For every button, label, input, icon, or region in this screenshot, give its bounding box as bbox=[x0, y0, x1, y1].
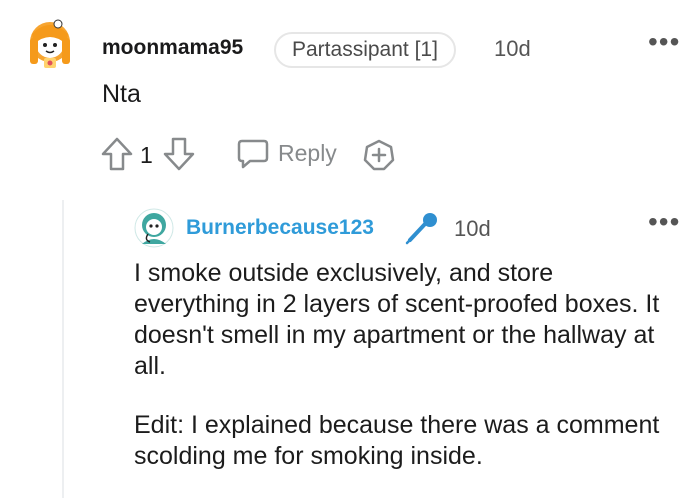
reply-paragraph: I smoke outside exclusively, and store e… bbox=[134, 259, 660, 380]
reply-username[interactable]: Burnerbecause123 bbox=[186, 216, 374, 240]
reply-avatar[interactable] bbox=[134, 208, 174, 248]
more-dots-icon[interactable]: ••• bbox=[648, 26, 680, 58]
reply-age[interactable]: 10d bbox=[454, 216, 491, 242]
user-flair: Partassipant [1] bbox=[274, 32, 456, 68]
thread-line[interactable] bbox=[62, 200, 64, 498]
comment-body: Nta bbox=[102, 80, 141, 108]
speech-bubble-icon bbox=[236, 138, 270, 175]
reply-label: Reply bbox=[278, 140, 337, 166]
comment-age[interactable]: 10d bbox=[494, 36, 531, 62]
vote-count: 1 bbox=[140, 142, 153, 168]
downvote-arrow-icon[interactable] bbox=[162, 136, 196, 172]
reply-paragraph: Edit: I explained because there was a co… bbox=[134, 411, 660, 470]
username[interactable]: moonmama95 bbox=[102, 36, 243, 60]
microphone-icon bbox=[404, 210, 440, 246]
avatar[interactable] bbox=[22, 16, 78, 72]
award-plus-icon[interactable] bbox=[362, 138, 396, 172]
reply-button[interactable]: Reply bbox=[236, 138, 346, 172]
upvote-arrow-icon[interactable] bbox=[100, 136, 134, 172]
more-dots-icon[interactable]: ••• bbox=[648, 206, 680, 238]
